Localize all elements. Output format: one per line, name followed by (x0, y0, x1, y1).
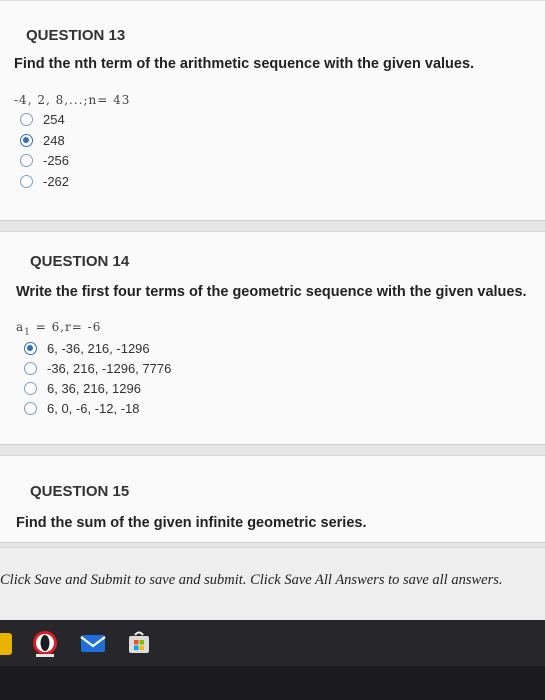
q14-option-1[interactable]: 6, -36, 216, -1296 (24, 341, 150, 356)
option-label: 6, -36, 216, -1296 (47, 341, 150, 356)
given-subscript: 1 (24, 327, 31, 338)
q14-option-4[interactable]: 6, 0, -6, -12, -18 (24, 401, 140, 416)
question-13-prompt: Find the nth term of the arithmetic sequ… (14, 56, 475, 72)
radio-button[interactable] (20, 154, 33, 167)
given-values: = 6,r= -6 (35, 320, 102, 334)
q14-option-2[interactable]: -36, 216, -1296, 7776 (24, 361, 171, 376)
option-label: 6, 0, -6, -12, -18 (47, 401, 140, 416)
option-label: 6, 36, 216, 1296 (47, 381, 141, 396)
radio-button[interactable] (24, 362, 37, 375)
opera-icon[interactable] (30, 628, 60, 658)
save-instructions: Click Save and Submit to save and submit… (0, 572, 503, 588)
option-label: -262 (43, 174, 70, 189)
question-13-given: -4, 2, 8,...;n= 43 (14, 93, 131, 107)
q13-option-3[interactable]: -256 (20, 153, 69, 168)
question-15-prompt: Find the sum of the given infinite geome… (16, 515, 367, 531)
option-label: -36, 216, -1296, 7776 (47, 361, 172, 376)
radio-button[interactable] (24, 402, 37, 415)
store-icon[interactable] (124, 628, 154, 658)
option-label: 254 (43, 112, 65, 127)
question-15-title: QUESTION 15 (30, 483, 130, 500)
question-14-prompt: Write the first four terms of the geomet… (16, 284, 527, 300)
q13-option-4[interactable]: -262 (20, 174, 69, 189)
question-divider (0, 444, 545, 456)
radio-button[interactable] (20, 113, 33, 126)
question-13-title: QUESTION 13 (26, 27, 126, 44)
file-explorer-icon[interactable] (0, 633, 12, 655)
radio-button-selected[interactable] (20, 134, 33, 147)
question-14-title: QUESTION 14 (30, 253, 130, 270)
question-divider (0, 220, 545, 232)
q14-option-3[interactable]: 6, 36, 216, 1296 (24, 381, 141, 396)
mail-icon[interactable] (78, 628, 108, 658)
given-variable: a (16, 320, 25, 334)
radio-button[interactable] (24, 382, 37, 395)
q13-option-1[interactable]: 254 (20, 112, 65, 127)
question-14-given: a1 = 6,r= -6 (16, 320, 101, 337)
radio-button[interactable] (20, 175, 33, 188)
question-divider (0, 542, 545, 548)
q13-option-2[interactable]: 248 (20, 133, 65, 148)
option-label: -256 (43, 153, 70, 168)
radio-button-selected[interactable] (24, 342, 37, 355)
option-label: 248 (43, 133, 65, 148)
